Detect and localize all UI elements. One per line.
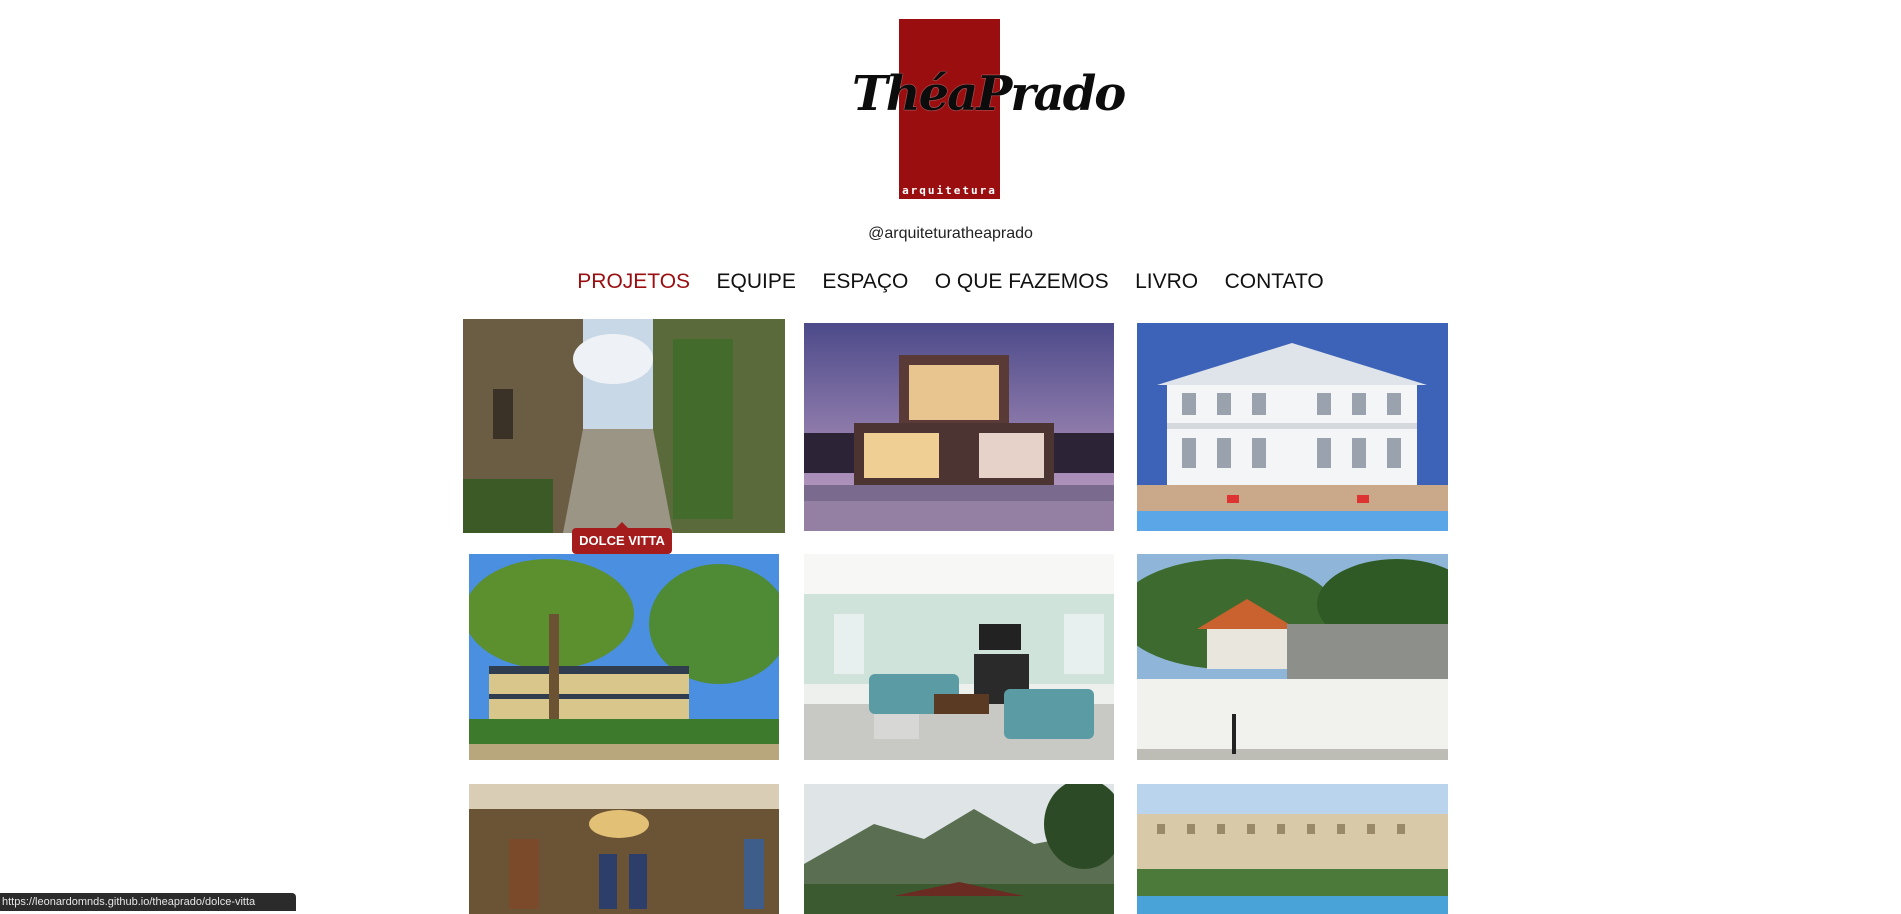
project-tile-dolce-vitta[interactable] <box>463 319 785 533</box>
logo-subtitle: arquitetura <box>902 184 997 197</box>
status-url: https://leonardomnds.github.io/theaprado… <box>0 893 296 911</box>
project-tile-4[interactable] <box>469 554 779 760</box>
stone-alley-image <box>463 319 785 533</box>
project-tooltip: DOLCE VITTA <box>572 522 672 554</box>
resort-image <box>1137 784 1448 914</box>
project-tile-3[interactable] <box>1137 323 1448 531</box>
white-mansion-image <box>1137 323 1448 531</box>
project-tile-5[interactable] <box>804 554 1114 760</box>
nav-item-equipe[interactable]: EQUIPE <box>717 270 796 294</box>
mountain-pagoda-image <box>804 784 1114 914</box>
nav-item-espaco[interactable]: ESPAÇO <box>822 270 908 294</box>
project-tile-6[interactable] <box>1137 554 1448 760</box>
ballroom-image <box>469 784 779 914</box>
instagram-handle[interactable]: @arquiteturatheaprado <box>0 225 1901 243</box>
project-tile-8[interactable] <box>804 784 1114 914</box>
tropical-house-image <box>469 554 779 760</box>
living-room-image <box>804 554 1114 760</box>
main-nav: PROJETOS EQUIPE ESPAÇO O QUE FAZEMOS LIV… <box>0 270 1901 294</box>
modern-house-image <box>804 323 1114 531</box>
project-tile-2[interactable] <box>804 323 1114 531</box>
logo-brand-text: ThéaPrado <box>852 66 1126 122</box>
nav-item-o-que-fazemos[interactable]: O QUE FAZEMOS <box>935 270 1109 294</box>
nav-item-contato[interactable]: CONTATO <box>1225 270 1324 294</box>
nav-item-projetos[interactable]: PROJETOS <box>577 270 690 294</box>
nav-item-livro[interactable]: LIVRO <box>1135 270 1198 294</box>
logo[interactable]: ThéaPrado arquitetura <box>852 14 1126 204</box>
project-tile-7[interactable] <box>469 784 779 914</box>
project-tile-9[interactable] <box>1137 784 1448 914</box>
temple-image <box>1137 554 1448 760</box>
